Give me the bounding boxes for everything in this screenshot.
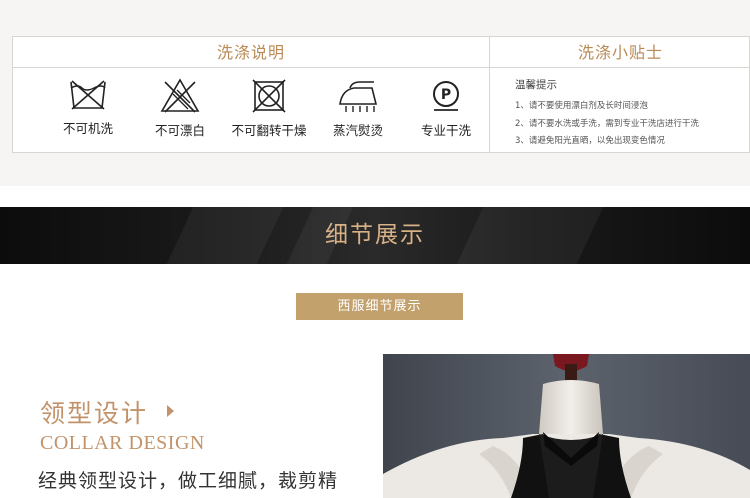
suit-detail-badge: 西服细节展示 (296, 293, 463, 320)
no-tumble-dry-icon (252, 79, 286, 113)
collar-subtitle-en: COLLAR DESIGN (40, 432, 205, 454)
suit-collar-photo (383, 354, 750, 498)
no-machine-wash-icon (70, 80, 106, 110)
care-item-no-machine-wash: 不可机洗 (38, 78, 138, 137)
tips-heading: 温馨提示 (515, 79, 557, 91)
care-label-no-tumble-dry: 不可翻转干燥 (231, 123, 307, 138)
no-bleach-icon (160, 78, 200, 113)
care-tips: 温馨提示 1、请不要使用漂白剂及长时间浸泡 2、请不要水洗或手洗，需到专业干洗店… (515, 77, 750, 151)
care-icon-row: 不可机洗 不可漂白 不可翻转干燥 蒸汽熨烫 P 专业干洗 (13, 68, 489, 153)
collar-description: 经典领型设计，做工细腻，裁剪精 (38, 470, 339, 492)
svg-text:P: P (441, 87, 451, 103)
care-tips-title: 洗涤小贴士 (489, 37, 750, 68)
care-label-professional-dry-clean: 专业干洗 (420, 123, 471, 138)
care-item-professional-dry-clean: P 专业干洗 (396, 78, 496, 139)
tip-item: 3、请避免阳光直晒，以免出现变色情况 (515, 136, 665, 146)
banner-title: 细节展示 (325, 222, 425, 248)
care-item-no-bleach: 不可漂白 (130, 78, 230, 139)
care-label-no-machine-wash: 不可机洗 (62, 121, 113, 136)
arrow-right-icon (167, 405, 174, 417)
professional-dry-clean-icon: P (433, 81, 459, 111)
detail-banner: 细节展示 (0, 207, 750, 264)
care-label-no-bleach: 不可漂白 (154, 123, 205, 138)
care-item-no-tumble-dry: 不可翻转干燥 (219, 78, 319, 139)
care-instructions-title: 洗涤说明 (13, 37, 489, 68)
collar-title: 领型设计 (40, 399, 149, 428)
care-item-steam-iron: 蒸汽熨烫 (308, 78, 408, 139)
mannequin-suit-image (383, 354, 750, 498)
tip-item: 1、请不要使用漂白剂及长时间浸泡 (515, 101, 648, 111)
steam-iron-icon (339, 81, 378, 112)
care-instructions-table: 洗涤说明 洗涤小贴士 不可机洗 不可漂白 不可翻转干燥 蒸汽熨烫 P 专业干洗 … (12, 36, 750, 153)
tip-item: 2、请不要水洗或手洗，需到专业干洗店进行干洗 (515, 118, 699, 129)
care-label-steam-iron: 蒸汽熨烫 (332, 123, 383, 138)
